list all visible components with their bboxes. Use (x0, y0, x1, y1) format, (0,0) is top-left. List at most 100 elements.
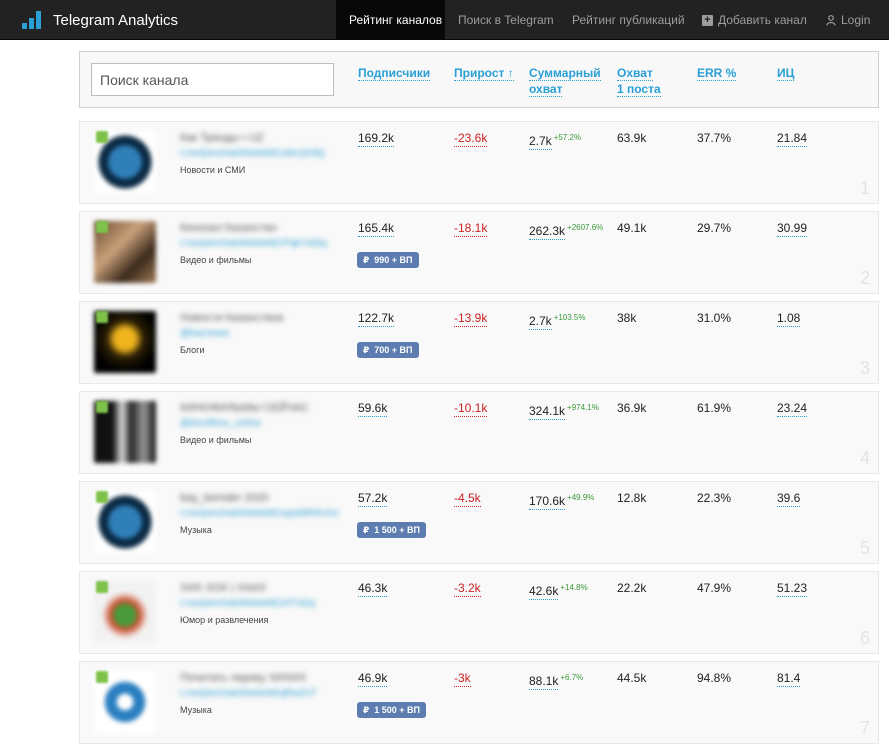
verified-badge-icon (96, 671, 108, 683)
growth-value[interactable]: -23.6k (454, 131, 488, 147)
channel-link[interactable]: t.me/joinchat/AAAAAErPqkYwDq (180, 238, 327, 249)
sort-subscribers-link[interactable]: Подписчики (358, 65, 431, 81)
channel-search-input[interactable] (91, 63, 334, 96)
err-value: 47.9% (697, 581, 732, 595)
growth-value[interactable]: -13.9k (454, 311, 488, 327)
sort-ic-link[interactable]: ИЦ (777, 65, 795, 81)
ic-value[interactable]: 39.6 (777, 491, 801, 507)
verified-badge-icon (96, 221, 108, 233)
channel-name[interactable]: Новости Казахстана (180, 312, 283, 324)
channel-name[interactable]: ХИХ ХОХ | ХААХ (180, 582, 266, 594)
ic-value[interactable]: 81.4 (777, 671, 801, 687)
subscribers-value[interactable]: 57.2k (358, 491, 388, 507)
growth-value[interactable]: -10.1k (454, 401, 488, 417)
total-reach-value[interactable]: 262.3k +2607.6% (529, 221, 604, 240)
ic-value[interactable]: 21.84 (777, 131, 808, 147)
rank-number: 5 (859, 538, 870, 558)
price-label: 700 + ВП (374, 345, 413, 355)
growth-value[interactable]: -18.1k (454, 221, 488, 237)
channel-row[interactable]: ХИХ ХОХ | ХААХ t.me/joinchat/AAAAAEsXTxDq… (79, 571, 879, 654)
channel-row[interactable]: Как Тренды • UZ t.me/joinchat/AAAAAEvdsUj… (79, 121, 879, 204)
channel-name[interactable]: bay_bomder 2020 (180, 492, 269, 504)
advertising-price-button[interactable]: ₽ 990 + ВП (357, 252, 419, 268)
brand-title: Telegram Analytics (53, 11, 179, 29)
nav-item-publication-rating[interactable]: Рейтинг публикаций (559, 0, 687, 40)
subscribers-value[interactable]: 165.4k (358, 221, 395, 237)
channel-link[interactable]: t.me/joinchat/AAAAAExqsdWhKvXz (180, 508, 339, 519)
growth-value[interactable]: -3.2k (454, 581, 481, 597)
verified-badge-icon (96, 131, 108, 143)
channel-name[interactable]: Почитать лирику ХИХИХ (180, 672, 306, 684)
nav-item-label: Поиск в Telegram (458, 13, 554, 27)
price-label: 1 500 + ВП (374, 525, 421, 535)
total-reach-value[interactable]: 88.1k +6.7% (529, 671, 583, 690)
channel-category: Видео и фильмы (180, 435, 252, 445)
ruble-icon: ₽ (363, 345, 370, 355)
rank-number: 1 (859, 178, 870, 198)
subscribers-value[interactable]: 122.7k (358, 311, 395, 327)
advertising-price-button[interactable]: ₽ 1 500 + ВП (357, 702, 427, 718)
nav-item-channel-rating[interactable]: Рейтинг каналов (336, 0, 445, 40)
advertising-price-button[interactable]: ₽ 700 + ВП (357, 342, 419, 358)
rank-number: 4 (859, 448, 870, 468)
reach-delta: +57.2% (553, 133, 582, 142)
channel-category: Видео и фильмы (180, 255, 252, 265)
brand[interactable]: Telegram Analytics (22, 0, 178, 40)
sort-growth-link[interactable]: Прирост ↑ (454, 65, 514, 81)
growth-value[interactable]: -4.5k (454, 491, 481, 507)
advertising-price-button[interactable]: ₽ 1 500 + ВП (357, 522, 427, 538)
nav-item-label: Login (841, 13, 871, 27)
err-value: 22.3% (697, 491, 732, 505)
channel-link[interactable]: t.me/joinchat/AAAAAEvdsUjXdQ (180, 148, 325, 159)
rank-number: 2 (859, 268, 870, 288)
channel-category: Музыка (180, 705, 212, 715)
channel-row[interactable]: Кинозал Казахстан t.me/joinchat/AAAAAErPq… (79, 211, 879, 294)
total-reach-value[interactable]: 42.6k +14.8% (529, 581, 588, 600)
ic-value[interactable]: 51.23 (777, 581, 808, 597)
post-reach-value: 22.2k (617, 581, 647, 595)
post-reach-value: 38k (617, 311, 637, 325)
channel-category: Блоги (180, 345, 205, 355)
rank-number: 6 (859, 628, 870, 648)
subscribers-value[interactable]: 169.2k (358, 131, 395, 147)
verified-badge-icon (96, 581, 108, 593)
sort-post-reach-link[interactable]: Охват 1 поста (617, 65, 661, 97)
total-reach-value[interactable]: 170.6k +49.9% (529, 491, 595, 510)
ic-value[interactable]: 1.08 (777, 311, 801, 327)
channel-name[interactable]: Как Тренды • UZ (180, 132, 264, 144)
ic-value[interactable]: 23.24 (777, 401, 808, 417)
nav-item-login[interactable]: Login (809, 0, 879, 40)
rank-number: 3 (859, 358, 870, 378)
nav-item-add-channel[interactable]: + Добавить канал (687, 0, 809, 40)
channel-name[interactable]: КИНОФИЛЬМЫ СЕЙЧАС (180, 402, 309, 414)
nav-item-label: Рейтинг публикаций (572, 13, 685, 27)
reach-delta: +2607.6% (567, 223, 604, 232)
channel-link[interactable]: t.me/joinchat/AAAAAEqRwZxT (180, 688, 317, 699)
reach-delta: +49.9% (567, 493, 595, 502)
total-reach-value[interactable]: 2.7k +103.5% (529, 311, 586, 330)
subscribers-value[interactable]: 46.9k (358, 671, 388, 687)
channel-category: Новости и СМИ (180, 165, 246, 175)
total-reach-value[interactable]: 324.1k +974.1% (529, 401, 599, 420)
subscribers-value[interactable]: 59.6k (358, 401, 388, 417)
growth-value[interactable]: -3k (454, 671, 471, 687)
channel-row[interactable]: Новости Казахстана @kaznews Блоги ₽ 700 + В… (79, 301, 879, 384)
rank-number: 7 (859, 718, 870, 738)
sort-total-reach-link[interactable]: Суммарный охват (529, 65, 601, 97)
ic-value[interactable]: 30.99 (777, 221, 808, 237)
err-value: 94.8% (697, 671, 732, 685)
post-reach-value: 36.9k (617, 401, 647, 415)
channel-link[interactable]: t.me/joinchat/AAAAAEsXTxDq (180, 598, 315, 609)
channel-row[interactable]: bay_bomder 2020 t.me/joinchat/AAAAAExqsdW… (79, 481, 879, 564)
channel-row[interactable]: Почитать лирику ХИХИХ t.me/joinchat/AAAAA… (79, 661, 879, 744)
channel-name[interactable]: Кинозал Казахстан (180, 222, 277, 234)
total-reach-value[interactable]: 2.7k +57.2% (529, 131, 582, 150)
channel-row[interactable]: КИНОФИЛЬМЫ СЕЙЧАС @kinofilms_online Видео … (79, 391, 879, 474)
subscribers-value[interactable]: 46.3k (358, 581, 388, 597)
nav-item-telegram-search[interactable]: Поиск в Telegram (445, 0, 559, 40)
channel-link[interactable]: @kinofilms_online (180, 418, 261, 429)
err-value: 37.7% (697, 131, 732, 145)
sort-err-link[interactable]: ERR % (697, 65, 737, 81)
user-icon (826, 14, 836, 26)
channel-link[interactable]: @kaznews (180, 328, 229, 339)
